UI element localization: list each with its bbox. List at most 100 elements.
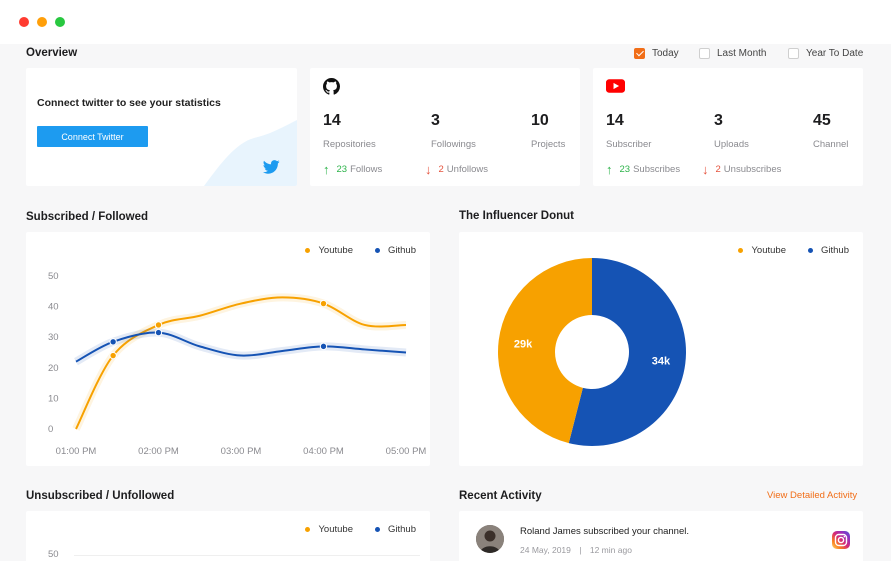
activity-separator: |: [579, 545, 582, 555]
youtube-card: 14 Subscriber 3 Uploads 45 Channel ↑ 23 …: [593, 68, 863, 186]
data-point[interactable]: [319, 299, 328, 308]
stat-repositories: 14 Repositories: [323, 112, 376, 150]
uploads-label: Uploads: [714, 139, 749, 150]
close-window-button[interactable]: [19, 17, 29, 27]
unfollows-label: Unfollows: [446, 164, 488, 175]
connect-twitter-button[interactable]: Connect Twitter: [37, 126, 148, 147]
subscribes-trend: ↑ 23 Subscribes: [606, 163, 680, 176]
unsub-legend-github-label: Github: [388, 524, 416, 535]
follows-label: Follows: [350, 164, 383, 175]
unsubscribed-chart-card: Youtube Github 50: [26, 511, 430, 561]
y-tick-label: 50: [48, 549, 59, 560]
repositories-value: 14: [323, 112, 341, 129]
filter-last-month-label: Last Month: [717, 48, 767, 59]
unsub-legend-github[interactable]: Github: [375, 524, 416, 535]
activity-meta: 24 May, 2019 | 12 min ago: [520, 545, 632, 555]
filter-year-to-date-label: Year To Date: [806, 48, 864, 59]
subscribed-line-chart: 0 10 20 30 40 50 01:00 PM 02:00 PM 03:00 PM 04:00…: [48, 271, 427, 457]
subscriber-value: 14: [606, 112, 624, 129]
filter-today-label: Today: [652, 48, 679, 59]
subscribed-section-title: Subscribed / Followed: [26, 211, 149, 223]
slice-value-label: 34k: [652, 356, 671, 368]
instagram-icon[interactable]: [832, 531, 850, 549]
data-point[interactable]: [109, 351, 117, 360]
subscribes-count: 23: [619, 164, 631, 175]
follows-trend: ↑ 23 Follows: [323, 163, 382, 176]
twitter-card: Connect twitter to see your statistics C…: [26, 68, 297, 186]
activity-text: Roland James subscribed your channel.: [520, 526, 689, 537]
youtube-legend-dot: [305, 527, 311, 532]
unsubscribes-label: Unsubscribes: [723, 164, 782, 175]
github-legend-dot: [375, 527, 380, 532]
y-tick-label: 10: [48, 393, 59, 404]
today-checkbox[interactable]: [634, 48, 645, 59]
youtube-icon: [606, 79, 625, 93]
last-month-checkbox[interactable]: [699, 48, 710, 59]
x-tick-label: 05:00 PM: [386, 446, 427, 457]
filter-today[interactable]: Today: [634, 48, 679, 59]
unsubscribes-trend: ↓ 2 Unsubscribes: [702, 163, 781, 176]
slice-value-label: 29k: [514, 338, 533, 350]
maximize-window-button[interactable]: [55, 17, 65, 27]
followings-value: 3: [431, 112, 440, 129]
projects-value: 10: [531, 112, 549, 129]
github-card: 14 Repositories 3 Followings 10 Projects…: [310, 68, 580, 186]
y-tick-label: 0: [48, 424, 53, 435]
stat-projects: 10 Projects: [531, 112, 565, 150]
x-tick-label: 04:00 PM: [303, 446, 344, 457]
x-tick-label: 01:00 PM: [56, 446, 97, 457]
x-tick-label: 02:00 PM: [138, 446, 179, 457]
unsubscribed-legend: Youtube Github: [283, 524, 416, 535]
y-tick-label: 20: [48, 363, 59, 374]
view-detailed-activity-link[interactable]: View Detailed Activity: [767, 490, 857, 501]
dashboard-page: Overview Today Last Month Year To Date C…: [0, 44, 891, 561]
arrow-up-icon: ↑: [323, 162, 330, 177]
subscribes-label: Subscribes: [633, 164, 681, 175]
overview-title: Overview: [26, 47, 78, 59]
y-tick-label: 50: [48, 271, 59, 282]
youtube-series-line: [75, 296, 407, 430]
projects-label: Projects: [531, 139, 566, 150]
github-icon: [323, 78, 340, 95]
unsubscribed-section-title: Unsubscribed / Unfollowed: [26, 490, 175, 502]
donut-chart-card: Youtube Github 34k 29k: [459, 232, 863, 466]
unsub-legend-youtube[interactable]: Youtube: [305, 524, 353, 535]
activity-card: Roland James subscribed your channel. 24…: [459, 511, 863, 561]
activity-time: 12 min ago: [589, 545, 632, 555]
connect-twitter-title: Connect twitter to see your statistics: [37, 97, 221, 109]
arrow-up-icon: ↑: [606, 162, 613, 177]
stat-channel: 45 Channel: [813, 112, 848, 150]
data-point[interactable]: [109, 338, 117, 346]
avatar[interactable]: [476, 525, 504, 553]
data-point[interactable]: [154, 321, 163, 329]
data-point[interactable]: [319, 342, 328, 351]
series-glow: [72, 293, 407, 431]
arrow-down-icon: ↓: [702, 162, 709, 177]
data-point[interactable]: [154, 328, 163, 337]
donut-section-title: The Influencer Donut: [459, 210, 574, 222]
follows-count: 23: [336, 164, 348, 175]
instagram-glyph: [834, 533, 848, 547]
activity-date: 24 May, 2019: [520, 545, 571, 555]
unfollows-count: 2: [438, 164, 444, 175]
subscriber-label: Subscriber: [606, 139, 652, 150]
filter-last-month[interactable]: Last Month: [699, 48, 766, 59]
unsubscribes-count: 2: [715, 164, 721, 175]
uploads-value: 3: [714, 112, 723, 129]
avatar-image: [476, 525, 504, 553]
grid-line: [74, 555, 420, 556]
stat-uploads: 3 Uploads: [714, 112, 749, 150]
twitter-icon: [263, 160, 280, 174]
influencer-donut-chart: 34k 29k: [498, 258, 686, 446]
window-titlebar: [0, 0, 891, 44]
channel-value: 45: [813, 112, 831, 129]
y-tick-label: 30: [48, 332, 59, 343]
activity-section-title: Recent Activity: [459, 490, 542, 502]
minimize-window-button[interactable]: [37, 17, 47, 27]
y-tick-label: 40: [48, 302, 59, 313]
followings-label: Followings: [431, 139, 476, 150]
filter-year-to-date[interactable]: Year To Date: [788, 48, 863, 59]
year-to-date-checkbox[interactable]: [788, 48, 799, 59]
stat-followings: 3 Followings: [431, 112, 476, 150]
x-tick-label: 03:00 PM: [221, 446, 262, 457]
